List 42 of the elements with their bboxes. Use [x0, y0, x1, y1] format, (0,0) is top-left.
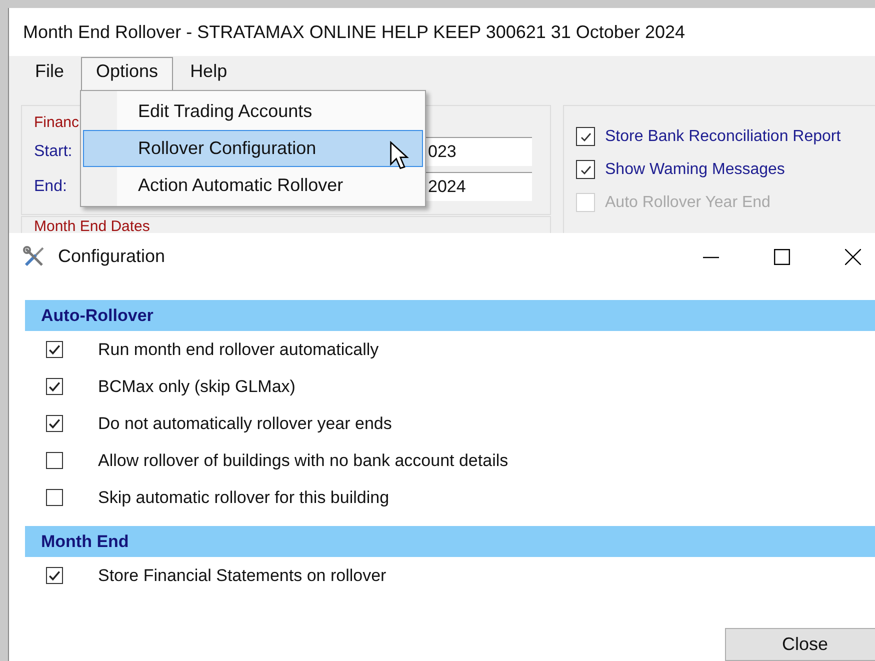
- check-icon: [48, 343, 61, 356]
- checkbox-label: Do not automatically rollover year ends: [98, 414, 392, 434]
- checkbox-label: Skip automatic rollover for this building: [98, 488, 390, 508]
- checkbox[interactable]: [46, 567, 63, 584]
- section-header: Auto-Rollover: [25, 300, 875, 331]
- checkbox[interactable]: [576, 160, 595, 179]
- checkbox[interactable]: [576, 127, 595, 146]
- group-title: Month End Dates: [34, 218, 151, 233]
- checkbox-label: Show Waming Messages: [605, 160, 785, 178]
- checkbox[interactable]: [46, 452, 63, 469]
- close-button[interactable]: Close: [725, 628, 875, 661]
- menu-item[interactable]: Help: [175, 57, 242, 91]
- close-icon[interactable]: [845, 248, 861, 264]
- menu-item[interactable]: File: [20, 57, 80, 91]
- group-title: Financ: [34, 114, 80, 131]
- checkbox[interactable]: [46, 489, 63, 506]
- section-header: Month End: [25, 526, 875, 557]
- check-icon: [580, 130, 592, 142]
- menu-item[interactable]: Rollover Configuration: [83, 130, 423, 167]
- field-label: End:: [34, 178, 68, 196]
- check-icon: [580, 164, 592, 176]
- menu-item[interactable]: Action Automatic Rollover: [83, 167, 423, 204]
- checkbox-label: Store Financial Statements on rollover: [98, 566, 386, 586]
- check-icon: [48, 380, 61, 393]
- tools-icon: [22, 244, 46, 268]
- checkbox-label: Run month end rollover automatically: [98, 340, 379, 360]
- check-icon: [48, 417, 61, 430]
- checkbox[interactable]: [46, 378, 63, 395]
- field-label: Start:: [34, 142, 74, 160]
- checkbox[interactable]: [46, 415, 63, 432]
- checkbox-label: BCMax only (skip GLMax): [98, 376, 296, 396]
- checkbox-label: Store Bank Reconciliation Report: [605, 128, 841, 146]
- cursor-icon: [389, 141, 409, 171]
- checkbox-label: Auto Rollover Year End: [605, 194, 770, 212]
- window-title: Configuration: [58, 246, 166, 267]
- check-icon: [48, 569, 61, 582]
- checkbox-label: Allow rollover of buildings with no bank account details: [98, 450, 508, 470]
- menu-item[interactable]: Options: [81, 57, 174, 91]
- maximize-icon[interactable]: [774, 248, 790, 264]
- window-title: Month End Rollover - STRATAMAX ONLINE HELP KEEP 300621 31 October 2024: [9, 8, 875, 56]
- menu-item[interactable]: Edit Trading Accounts: [83, 93, 423, 130]
- checkbox[interactable]: [46, 341, 63, 358]
